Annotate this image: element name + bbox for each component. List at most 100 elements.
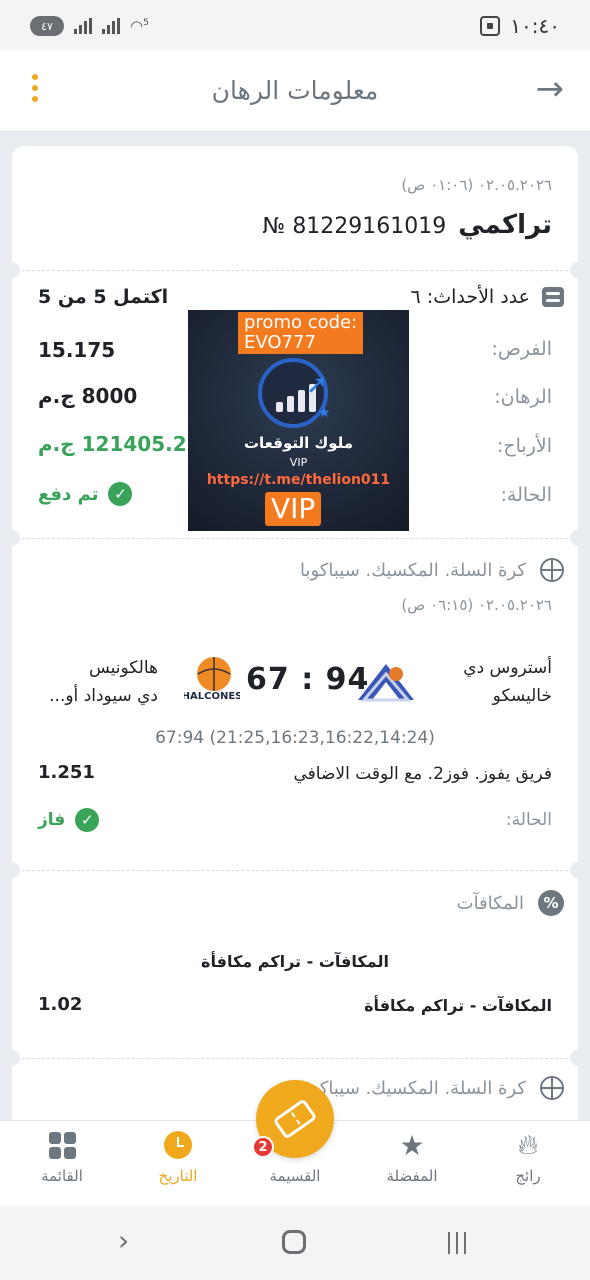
- battery-icon: ٤٧: [30, 16, 64, 36]
- promo-code-line1: promo code:: [244, 312, 358, 333]
- event-status-value: فاز: [38, 810, 66, 830]
- completed-count: اكتمل 5 من 5: [38, 286, 169, 308]
- events-count: عدد الأحداث: ٦: [410, 286, 530, 308]
- home-icon: [282, 1230, 306, 1254]
- events-count-row: عدد الأحداث: ٦: [411, 286, 564, 308]
- recent-apps-icon[interactable]: [448, 1232, 466, 1254]
- ticket-notch: [570, 1050, 578, 1066]
- status-bar: ٤٧ ◠5 ١٠:٤٠: [0, 0, 590, 50]
- ticket-notch: [570, 262, 578, 278]
- stake-value: 8000 ج.م: [38, 384, 138, 408]
- bonus-row-label: المكافآت - تراكم مكافأة: [364, 996, 552, 1015]
- bet-card: ٠٢.٠٥.٢٠٢٦ (٠١:٠٦ ص) تراكمي 81229161019 …: [12, 146, 578, 1146]
- status-paid: ✓ تم دفع: [38, 482, 133, 506]
- divider: [12, 870, 578, 871]
- divider: [12, 1058, 578, 1059]
- check-icon: ✓: [108, 482, 133, 506]
- stake-label: الرهان:: [494, 386, 552, 408]
- away-team-line2: دي سيوداد أو...: [49, 686, 158, 706]
- winnings-value: 121405.21 ج.م: [38, 432, 201, 456]
- score: 67 : 94: [246, 662, 370, 697]
- nav-history[interactable]: التاريخ: [128, 1129, 228, 1185]
- basketball-icon: [540, 558, 564, 582]
- promo-link[interactable]: https://t.me/thelion011: [188, 472, 409, 488]
- event-league-row[interactable]: كرة السلة. المكسيك. سيباكوبا: [300, 558, 564, 582]
- market-name: فريق يفوز. فوز2. مع الوقت الاضافي: [293, 764, 552, 784]
- check-icon: ✓: [75, 808, 100, 832]
- app-header: معلومات الرهان →: [0, 50, 590, 132]
- ticket-icon: [272, 1098, 318, 1140]
- home-nav-button[interactable]: [282, 1230, 306, 1254]
- battery-level: ٤٧: [41, 19, 53, 33]
- bet-number: 81229161019 №: [262, 214, 447, 239]
- signal-icon-2: [102, 18, 120, 34]
- home-team: أستروس دي خاليسكو: [463, 654, 552, 710]
- percent-icon: %: [538, 890, 564, 916]
- ticket-notch: [12, 530, 20, 546]
- screen-record-icon: [480, 16, 501, 36]
- status-label: الحالة:: [500, 484, 553, 506]
- next-event-row[interactable]: كرة السلة. المكسيك. سيباكوبا: [300, 1076, 564, 1100]
- status-right: ١٠:٤٠: [480, 14, 560, 38]
- promo-vip-small: VIP: [289, 456, 308, 469]
- bonus-subtitle: المكافآت - تراكم مكافأة: [201, 952, 389, 971]
- ticket-notch: [12, 862, 20, 878]
- promo-code-line2: EVO777: [244, 332, 316, 353]
- divider: [12, 538, 578, 539]
- event-status: ✓ فاز: [38, 808, 100, 832]
- nav-trending[interactable]: 🔥︎ رائج: [478, 1128, 578, 1185]
- home-team-line1: أستروس دي: [463, 658, 552, 678]
- nav-label: التاريخ: [158, 1167, 198, 1185]
- promo-code: promo code: EVO777: [238, 312, 364, 354]
- winnings-label: الأرباح:: [496, 435, 552, 457]
- home-team-line2: خاليسكو: [492, 686, 552, 706]
- signal-icon: [74, 18, 92, 34]
- promo-banner[interactable]: promo code: EVO777 ➚ ★ ملوك التوقعات VIP…: [188, 310, 409, 531]
- back-arrow-icon[interactable]: →: [536, 72, 565, 106]
- promo-vip-badge: VIP: [265, 492, 322, 526]
- next-event-league: كرة السلة. المكسيك. سيباكوبا: [300, 1077, 526, 1099]
- status-time: ١٠:٤٠: [510, 14, 560, 38]
- divider: [12, 270, 578, 271]
- bet-date: ٠٢.٠٥.٢٠٢٦ (٠١:٠٦ ص): [401, 176, 552, 194]
- wifi-icon: ◠5: [130, 17, 149, 35]
- page-title: معلومات الرهان: [211, 76, 379, 105]
- ticket-notch: [570, 530, 578, 546]
- betslip-count-badge: 2: [252, 1136, 274, 1158]
- nav-label: المفضلة: [386, 1167, 438, 1185]
- bonus-header: % المكافآت: [457, 890, 564, 916]
- market-odds: 1.251: [38, 762, 95, 783]
- away-logo-text: HALCONES: [184, 691, 240, 702]
- system-nav-bar: ›: [0, 1206, 590, 1280]
- odds-value: 15.175: [38, 338, 116, 362]
- wifi-band: 5: [143, 18, 149, 28]
- status-left: ٤٧ ◠5: [30, 16, 149, 36]
- event-status-label: الحالة:: [505, 810, 552, 830]
- bet-type: تراكمي: [458, 210, 552, 240]
- nav-label: القائمة: [41, 1167, 83, 1185]
- status-value: تم دفع: [38, 483, 99, 505]
- away-team: هالكونيس دي سيوداد أو...: [38, 654, 158, 710]
- bonus-row-value: 1.02: [38, 994, 83, 1015]
- ticket-notch: [12, 262, 20, 278]
- period-scores: 67:94 (21:25,16:23,16:22,14:24): [155, 728, 435, 748]
- promo-arrow-icon: ➚: [306, 370, 328, 400]
- away-team-line1: هالكونيس: [88, 658, 158, 678]
- clock-icon: [164, 1131, 192, 1159]
- nav-favorites[interactable]: ★ المفضلة: [362, 1128, 462, 1186]
- back-nav-icon[interactable]: ›: [118, 1224, 129, 1257]
- star-icon: ★: [399, 1128, 425, 1162]
- promo-star-icon: ★: [318, 405, 331, 421]
- odds-label: الفرص:: [491, 338, 552, 360]
- event-league: كرة السلة. المكسيك. سيباكوبا: [300, 559, 526, 581]
- promo-brand: ملوك التوقعات: [243, 434, 354, 452]
- flame-icon: 🔥︎: [517, 1128, 539, 1161]
- events-icon: [542, 287, 564, 307]
- away-team-logo: HALCONES: [184, 657, 240, 702]
- nav-label: رائج: [515, 1167, 541, 1185]
- nav-label: القسيمة: [269, 1167, 321, 1185]
- basketball-icon: [540, 1076, 564, 1100]
- bet-title-row: تراكمي 81229161019 №: [262, 210, 552, 240]
- grid-icon: [48, 1131, 76, 1159]
- nav-menu[interactable]: القائمة: [12, 1129, 112, 1185]
